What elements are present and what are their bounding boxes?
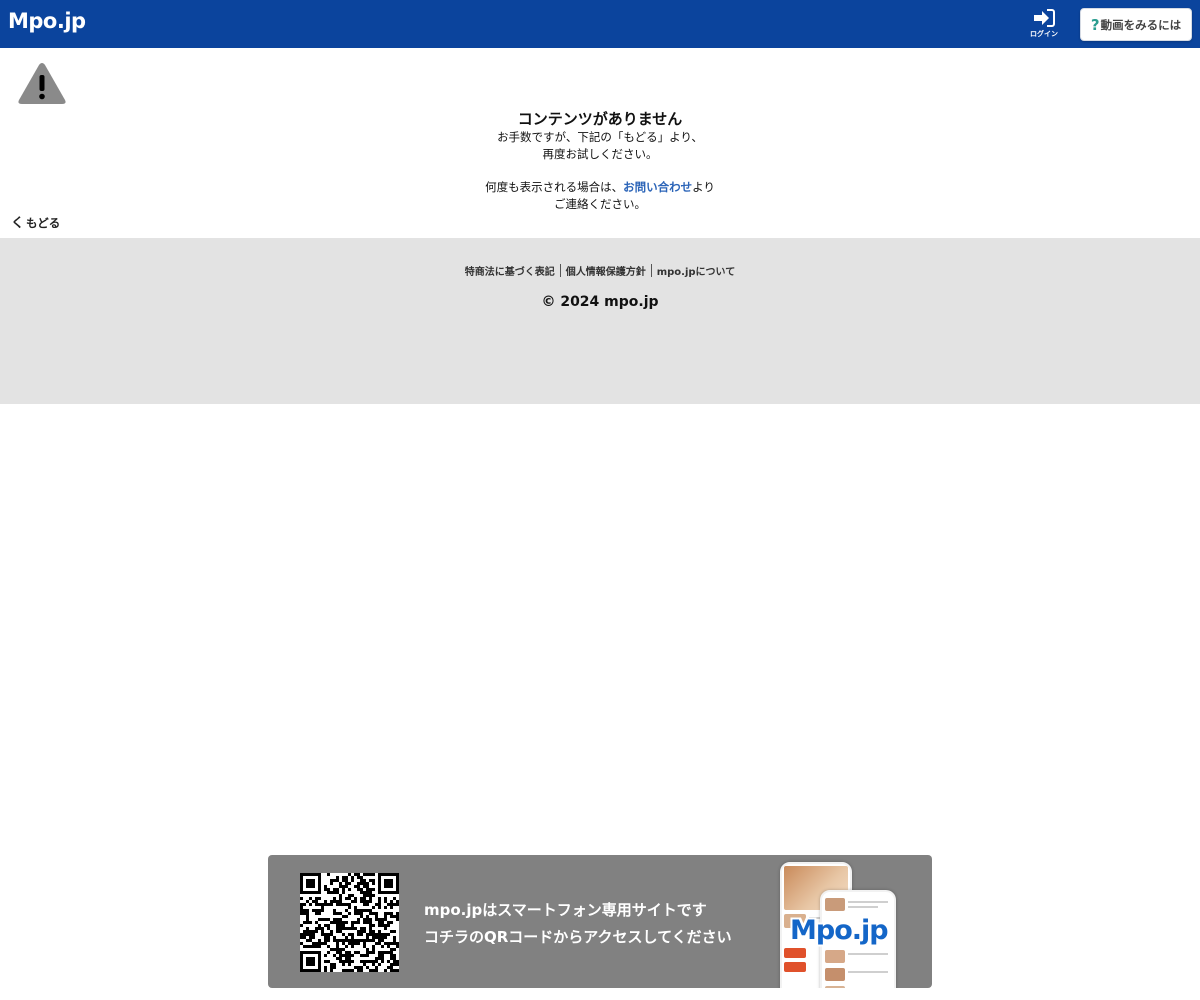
footer-links: 特商法に基づく表記 個人情報保護方針 mpo.jpについて bbox=[0, 263, 1200, 278]
error-line-4: ご連絡ください。 bbox=[554, 196, 646, 211]
contact-link[interactable]: お問い合わせ bbox=[623, 180, 692, 194]
smartphone-banner: mpo.jpはスマートフォン専用サイトです コチラのQRコードからアクセスしてく… bbox=[268, 855, 932, 988]
site-footer: 特商法に基づく表記 個人情報保護方針 mpo.jpについて © 2024 mpo.j… bbox=[0, 238, 1200, 404]
error-line-1: お手数ですが、下記の「もどる」より、 bbox=[497, 130, 703, 144]
footer-link-about[interactable]: mpo.jpについて bbox=[652, 267, 741, 278]
back-link[interactable]: くもどる bbox=[11, 212, 60, 231]
banner-line-2: コチラのQRコードからアクセスしてください bbox=[424, 928, 732, 946]
error-title: コンテンツがありません bbox=[517, 110, 683, 128]
question-icon: ? bbox=[1090, 15, 1100, 34]
error-line-3-before: 何度も表示される場合は、 bbox=[485, 180, 624, 194]
chevron-left-icon: く bbox=[11, 216, 25, 231]
login-icon bbox=[1034, 9, 1055, 27]
login-button[interactable]: ログイン bbox=[1024, 8, 1064, 42]
phone-logo: Mpo.jp bbox=[790, 915, 889, 946]
footer-link-privacy[interactable]: 個人情報保護方針 bbox=[561, 267, 651, 278]
site-logo[interactable]: Mpo.jp bbox=[8, 9, 86, 33]
copyright: © 2024 mpo.jp bbox=[541, 294, 659, 310]
login-label: ログイン bbox=[1030, 30, 1058, 38]
footer-link-legal[interactable]: 特商法に基づく表記 bbox=[460, 267, 560, 278]
banner-line-1: mpo.jpはスマートフォン専用サイトです bbox=[424, 901, 707, 919]
how-to-watch-label: 動画をみるには bbox=[1100, 17, 1182, 32]
page: Mpo.jp ログイン ? 動画をみるには コンテンツがありません お手数ですが… bbox=[0, 0, 1200, 1000]
how-to-watch-button[interactable]: ? 動画をみるには bbox=[1080, 8, 1192, 41]
qr-code bbox=[300, 873, 399, 972]
error-line-3: 何度も表示される場合は、お問い合わせより bbox=[0, 179, 1200, 196]
warning-icon bbox=[18, 63, 66, 104]
error-line-3-after: より bbox=[692, 180, 715, 194]
error-message: コンテンツがありません お手数ですが、下記の「もどる」より、 再度お試しください… bbox=[0, 109, 1200, 212]
back-label: もどる bbox=[26, 216, 61, 230]
site-header: Mpo.jp ログイン ? 動画をみるには bbox=[0, 0, 1200, 48]
banner-text: mpo.jpはスマートフォン専用サイトです コチラのQRコードからアクセスしてく… bbox=[424, 897, 732, 951]
error-line-2: 再度お試しください。 bbox=[542, 146, 658, 161]
